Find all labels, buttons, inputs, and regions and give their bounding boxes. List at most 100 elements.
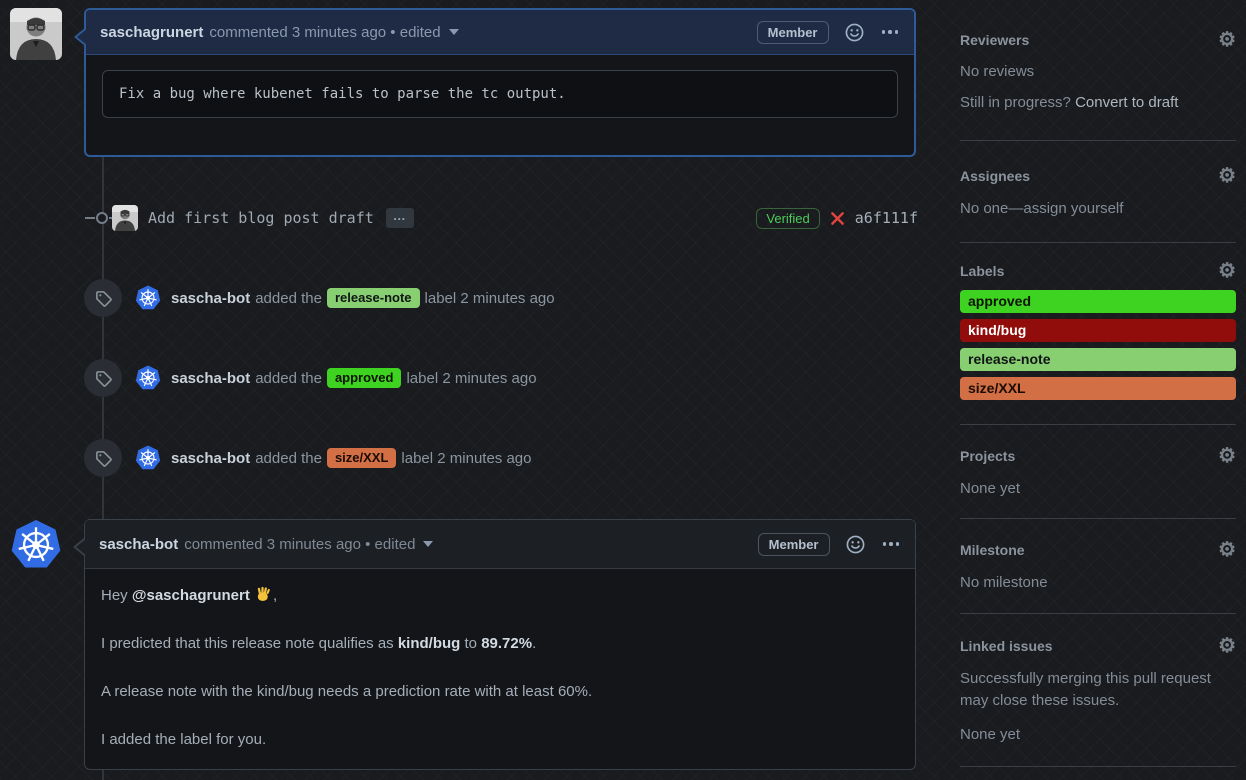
bubble-caret	[76, 538, 87, 556]
section-title: Labels	[960, 263, 1004, 279]
reviewers-hint: Still in progress? Convert to draft	[960, 92, 1236, 114]
event-text: label 2 minutes ago	[406, 370, 536, 387]
reviewers-empty: No reviews	[960, 61, 1236, 83]
sidebar-section-linked-issues: Linked issues ⚙	[960, 636, 1236, 656]
chevron-down-icon[interactable]	[423, 541, 433, 547]
comment-saschagrunert: saschagrunert commented 3 minutes ago • …	[84, 8, 916, 157]
sidebar-section-assignees: Assignees ⚙	[960, 166, 1236, 186]
comment-code-block: Fix a bug where kubenet fails to parse t…	[102, 70, 898, 118]
comment-header: saschagrunert commented 3 minutes ago • …	[86, 10, 914, 55]
sidebar-label-kind-bug[interactable]: kind/bug	[960, 319, 1236, 342]
verified-badge[interactable]: Verified	[756, 208, 819, 229]
label-pill[interactable]: release-note	[327, 288, 420, 308]
comment-text	[250, 587, 254, 604]
comment-text: I added the label for you.	[101, 731, 266, 748]
label-event-row: sascha-bot added the size/XXL label 2 mi…	[84, 439, 532, 477]
tag-icon	[84, 359, 122, 397]
event-text: added the	[255, 370, 322, 387]
divider	[960, 518, 1236, 519]
comment-author[interactable]: sascha-bot	[99, 536, 178, 553]
label-pill[interactable]: approved	[327, 368, 402, 388]
gear-icon[interactable]: ⚙	[1218, 166, 1236, 186]
sidebar-label-approved[interactable]: approved	[960, 290, 1236, 313]
section-title: Assignees	[960, 168, 1030, 184]
add-reaction-button[interactable]	[846, 535, 865, 554]
comment-text: .	[532, 635, 536, 652]
comment-meta[interactable]: commented 3 minutes ago • edited	[209, 24, 440, 41]
divider	[960, 766, 1236, 767]
commit-author-avatar[interactable]	[112, 205, 138, 231]
comment-text: I predicted that this release note quali…	[101, 635, 398, 652]
sascha-bot-avatar[interactable]	[135, 285, 161, 311]
comment-bold-text: 89.72%	[481, 635, 532, 652]
check-failed-x-icon[interactable]	[830, 211, 845, 226]
event-actor[interactable]: sascha-bot	[171, 290, 250, 307]
gear-icon[interactable]: ⚙	[1218, 636, 1236, 656]
gear-icon[interactable]: ⚙	[1218, 30, 1236, 50]
comment-text: A release note with the kind/bug needs a…	[101, 683, 592, 700]
milestone-empty: No milestone	[960, 572, 1236, 594]
comment-text: Hey	[101, 587, 132, 604]
label-event-row: sascha-bot added the release-note label …	[84, 279, 555, 317]
sidebar-section-labels: Labels ⚙	[960, 261, 1236, 281]
label-pill[interactable]: size/XXL	[327, 448, 396, 468]
saschagrunert-avatar[interactable]	[10, 8, 62, 60]
label-event-row: sascha-bot added the approved label 2 mi…	[84, 359, 537, 397]
sascha-bot-avatar[interactable]	[10, 519, 62, 571]
section-title: Milestone	[960, 542, 1025, 558]
comment-header: sascha-bot commented 3 minutes ago • edi…	[85, 520, 915, 569]
event-actor[interactable]: sascha-bot	[171, 450, 250, 467]
comment-bold-text: @saschagrunert	[132, 587, 250, 604]
comment-author[interactable]: saschagrunert	[100, 24, 203, 41]
gear-icon[interactable]: ⚙	[1218, 446, 1236, 466]
sidebar-section-milestone: Milestone ⚙	[960, 540, 1236, 560]
projects-empty: None yet	[960, 478, 1236, 500]
convert-to-draft-link[interactable]: Convert to draft	[1075, 94, 1178, 111]
gear-icon[interactable]: ⚙	[1218, 261, 1236, 281]
section-title: Reviewers	[960, 32, 1029, 48]
member-badge: Member	[758, 533, 830, 556]
sascha-bot-avatar[interactable]	[135, 365, 161, 391]
event-text: label 2 minutes ago	[401, 450, 531, 467]
comment-bold-text: kind/bug	[398, 635, 461, 652]
labels-list: approved kind/bug release-note size/XXL	[960, 290, 1236, 406]
sidebar-label-size-xxl[interactable]: size/XXL	[960, 377, 1236, 400]
sidebar-section-projects: Projects ⚙	[960, 446, 1236, 466]
assignees-empty-text: No one—	[960, 200, 1023, 217]
assignees-empty: No one—assign yourself	[960, 198, 1236, 220]
chevron-down-icon[interactable]	[449, 29, 459, 35]
tag-icon	[84, 439, 122, 477]
divider	[960, 424, 1236, 425]
comment-sascha-bot: sascha-bot commented 3 minutes ago • edi…	[84, 519, 916, 770]
event-text: added the	[255, 450, 322, 467]
section-title: Linked issues	[960, 638, 1053, 654]
event-text: added the	[255, 290, 322, 307]
divider	[960, 242, 1236, 243]
linked-issues-description: Successfully merging this pull request m…	[960, 668, 1236, 712]
assign-yourself-link[interactable]: assign yourself	[1023, 200, 1123, 217]
comment-text: ,	[273, 587, 277, 604]
gear-icon[interactable]: ⚙	[1218, 540, 1236, 560]
kebab-menu-button[interactable]	[881, 538, 902, 550]
commit-hash-link[interactable]: a6f111f	[855, 209, 918, 227]
commit-expander-button[interactable]: …	[386, 208, 414, 228]
divider	[960, 140, 1236, 141]
linked-issues-empty: None yet	[960, 724, 1236, 746]
commit-message[interactable]: Add first blog post draft	[148, 209, 374, 227]
kebab-menu-button[interactable]	[880, 26, 901, 38]
divider	[960, 613, 1236, 614]
sidebar: Reviewers ⚙ No reviews Still in progress…	[960, 0, 1236, 780]
event-text: label 2 minutes ago	[425, 290, 555, 307]
sascha-bot-avatar[interactable]	[135, 445, 161, 471]
comment-text: to	[460, 635, 481, 652]
add-reaction-button[interactable]	[845, 23, 864, 42]
bubble-caret	[77, 28, 88, 46]
comment-meta[interactable]: commented 3 minutes ago • edited	[184, 536, 415, 553]
sidebar-label-release-note[interactable]: release-note	[960, 348, 1236, 371]
pull-request-conversation-page: saschagrunert commented 3 minutes ago • …	[0, 0, 1246, 780]
wave-icon	[255, 586, 272, 603]
hint-text: Still in progress?	[960, 94, 1075, 111]
event-actor[interactable]: sascha-bot	[171, 370, 250, 387]
comment-body: Hey @saschagrunert , I predicted that thi…	[85, 569, 915, 751]
sidebar-section-reviewers: Reviewers ⚙	[960, 30, 1236, 50]
